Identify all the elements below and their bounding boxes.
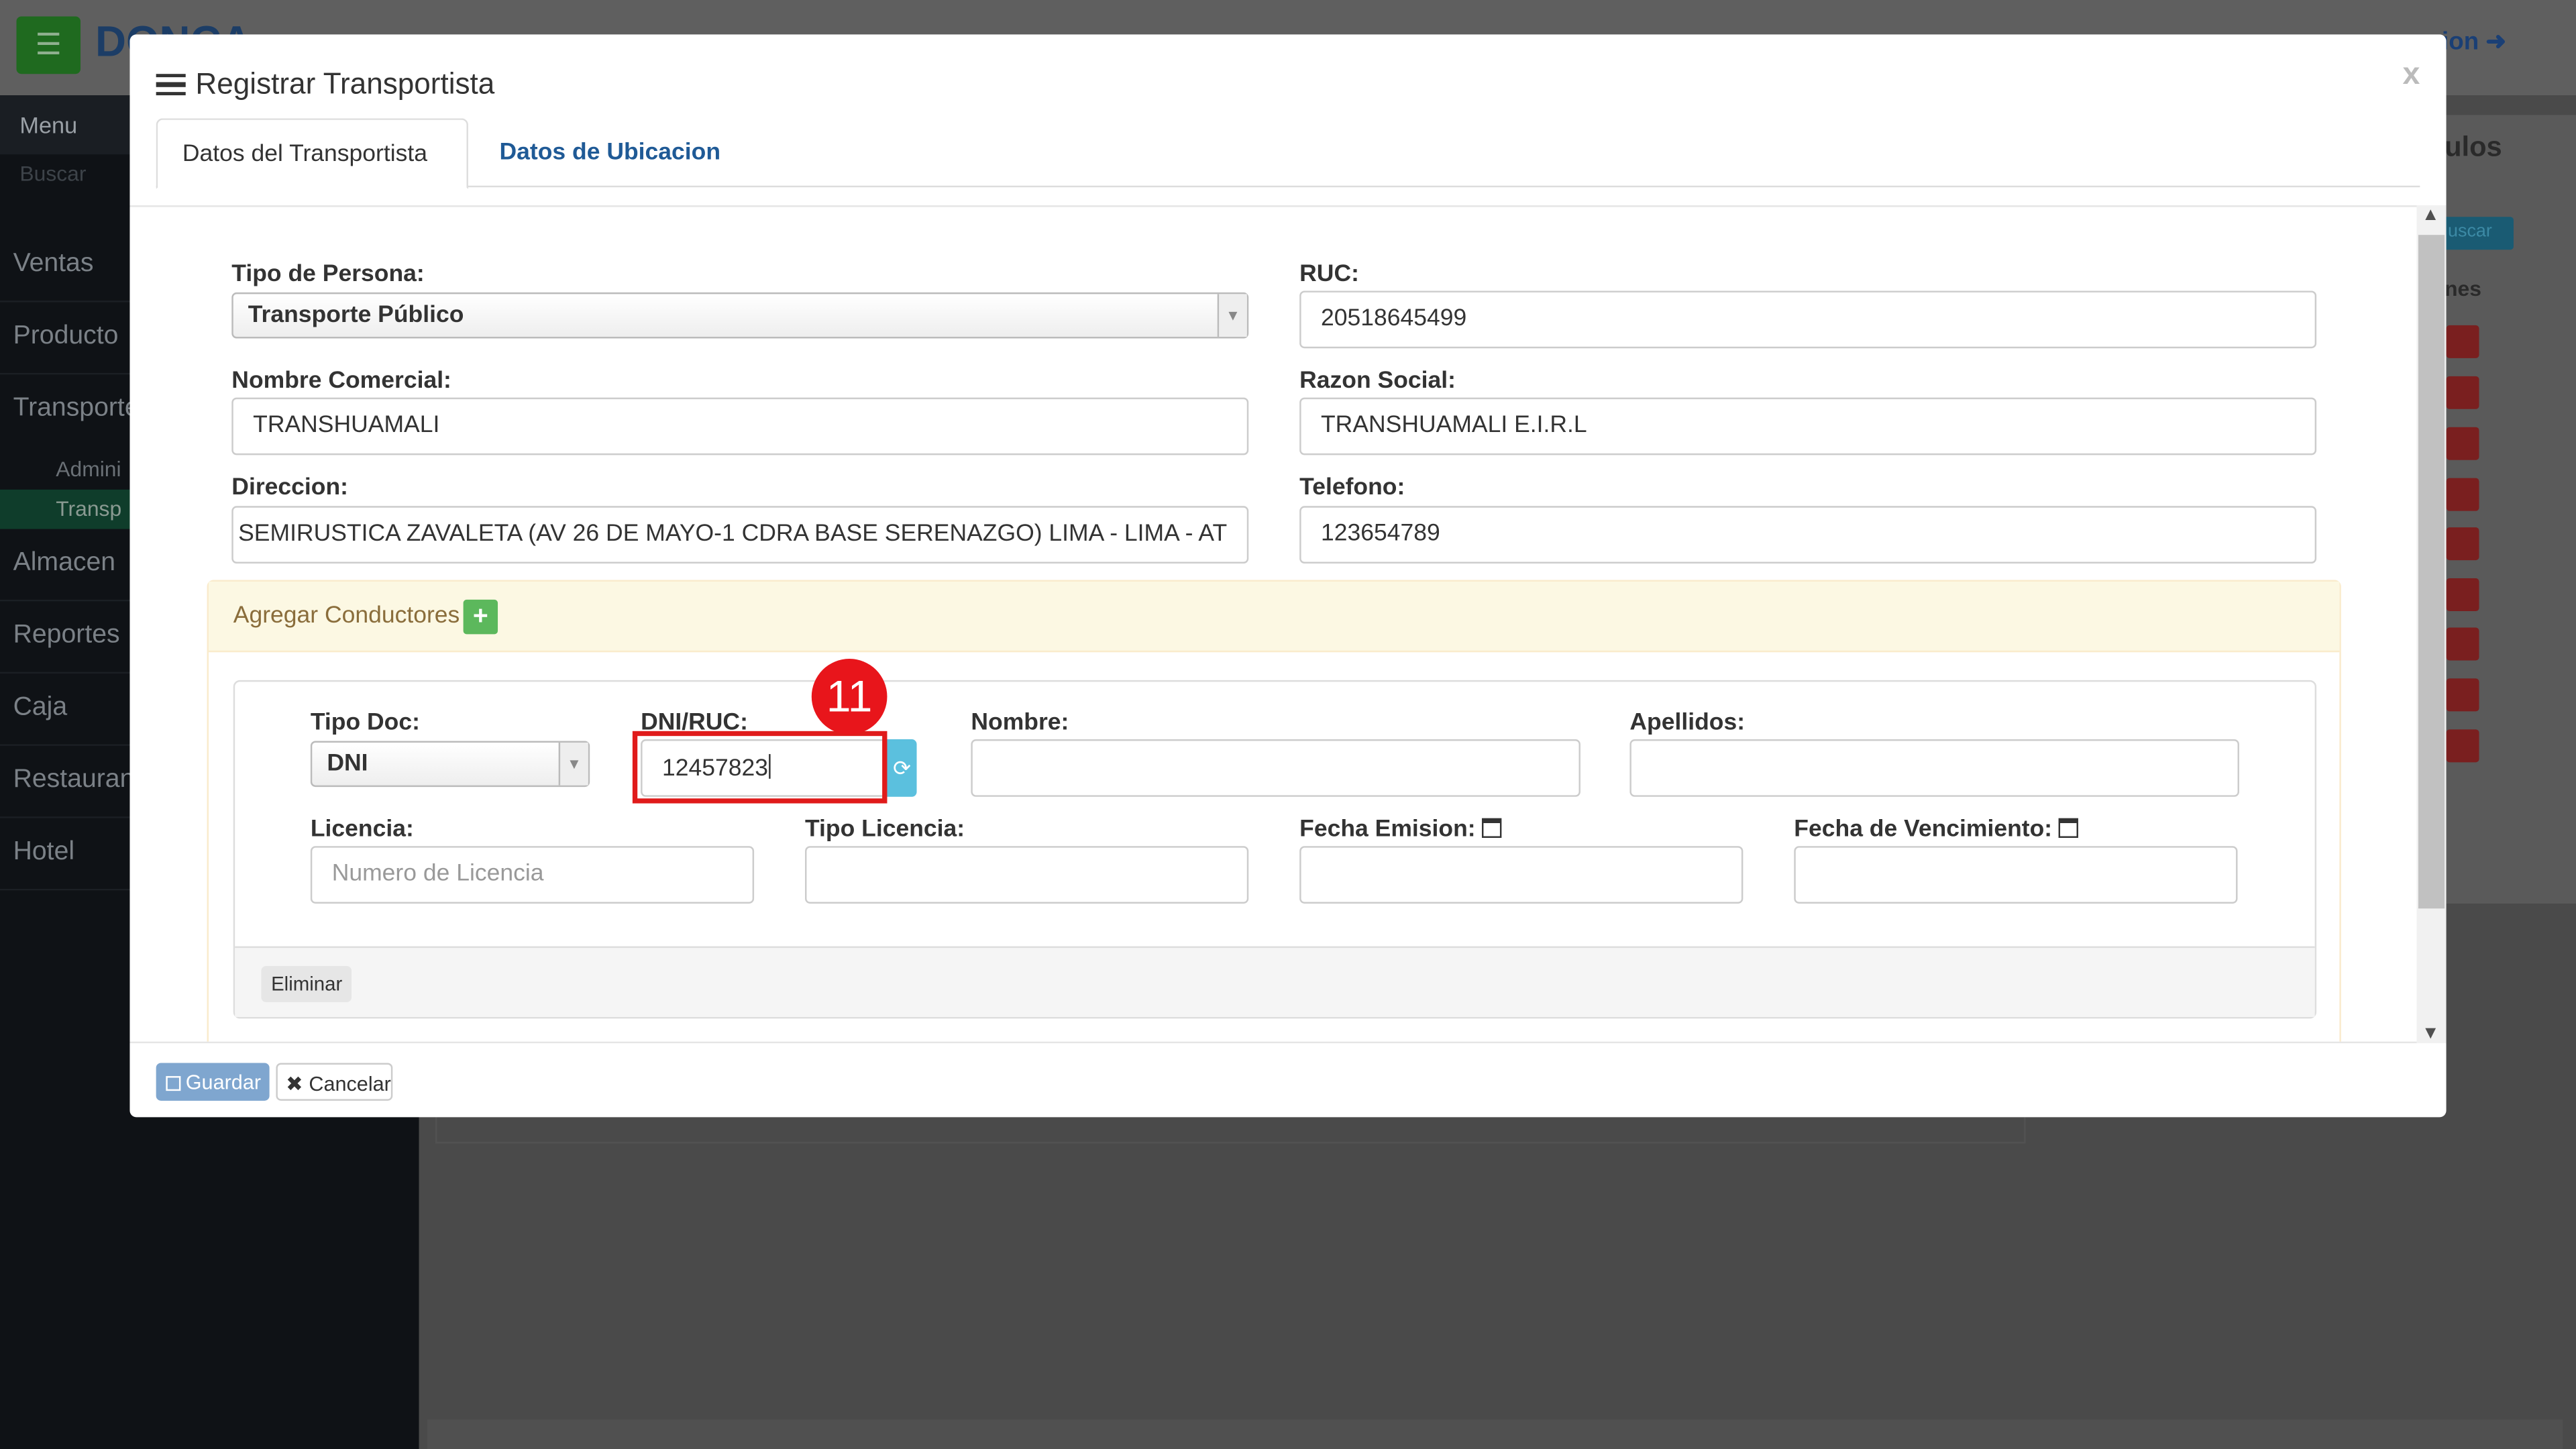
background-horizontal-scrollbar[interactable]: [427, 1419, 2563, 1449]
tipo-doc-label: Tipo Doc:: [310, 709, 420, 737]
step-highlight-box: [632, 731, 888, 804]
fecha-vencimiento-input[interactable]: [1794, 846, 2238, 904]
fecha-emision-label-text: Fecha Emision:: [1299, 816, 1476, 843]
close-icon: ✖: [286, 1073, 303, 1096]
trash-icon[interactable]: [2446, 729, 2479, 763]
driver-row: Tipo Doc: DNI ▼ DNI/RUC: 12457823 ⟳ Nomb…: [233, 680, 2317, 1019]
ruc-label: RUC:: [1299, 261, 1359, 288]
tipo-persona-label: Tipo de Persona:: [231, 261, 425, 288]
trash-icon[interactable]: [2446, 478, 2479, 511]
drivers-panel: Agregar Conductores + Tipo Doc: DNI ▼ DN…: [207, 580, 2341, 1042]
licencia-input[interactable]: Numero de Licencia: [310, 846, 755, 904]
chevron-down-icon[interactable]: ▼: [2422, 1024, 2440, 1043]
bars-icon: [156, 72, 186, 96]
scrollbar-thumb[interactable]: [2418, 235, 2445, 909]
modal-tabs: Datos del Transportista Datos de Ubicaci…: [156, 118, 2420, 189]
chevron-down-icon: ▼: [1217, 294, 1247, 337]
direccion-label: Direccion:: [231, 474, 348, 501]
tipo-doc-value: DNI: [327, 751, 368, 777]
razon-social-input[interactable]: TRANSHUAMALI E.I.R.L: [1299, 397, 2317, 455]
trash-icon[interactable]: [2446, 527, 2479, 561]
nombre-label: Nombre:: [971, 709, 1069, 737]
tab-datos-ubicacion[interactable]: Datos de Ubicacion: [499, 118, 745, 189]
nombre-input[interactable]: [971, 739, 1580, 797]
menu-toggle-button[interactable]: ☰: [16, 16, 81, 74]
tipo-persona-value: Transporte Público: [248, 302, 464, 329]
save-button-label: Guardar: [185, 1071, 262, 1095]
direccion-input[interactable]: SEMIRUSTICA ZAVALETA (AV 26 DE MAYO-1 CD…: [231, 506, 1249, 564]
tipo-licencia-label: Tipo Licencia:: [805, 816, 965, 843]
apellidos-input[interactable]: [1629, 739, 2239, 797]
close-icon[interactable]: x: [2402, 58, 2420, 94]
chevron-up-icon[interactable]: ▲: [2422, 205, 2440, 225]
modal-title-text: Registrar Transportista: [195, 67, 495, 101]
cancel-button-label: Cancelar: [309, 1073, 391, 1096]
background-column-header: nes: [2445, 276, 2481, 301]
apellidos-label: Apellidos:: [1629, 709, 1746, 737]
cancel-button[interactable]: ✖ Cancelar: [276, 1063, 393, 1101]
tipo-doc-select[interactable]: DNI ▼: [310, 741, 590, 788]
tipo-licencia-input[interactable]: [805, 846, 1249, 904]
nombre-comercial-input[interactable]: TRANSHUAMALI: [231, 397, 1249, 455]
calendar-icon: [1482, 818, 1502, 838]
trash-icon[interactable]: [2446, 678, 2479, 712]
sidebar-search[interactable]: Buscar: [19, 161, 86, 186]
save-icon: [166, 1076, 181, 1091]
nombre-comercial-label: Nombre Comercial:: [231, 368, 451, 394]
tipo-persona-select[interactable]: Transporte Público ▼: [231, 292, 1249, 339]
refresh-icon[interactable]: ⟳: [887, 739, 917, 797]
tab-datos-transportista[interactable]: Datos del Transportista: [156, 118, 468, 189]
chevron-down-icon: ▼: [558, 742, 588, 786]
logout-icon: ➜: [2485, 28, 2507, 56]
fecha-vencimiento-label: Fecha de Vencimiento:: [1794, 816, 2079, 843]
trash-icon[interactable]: [2446, 427, 2479, 460]
background-search-button[interactable]: uscar: [2438, 217, 2514, 250]
modal-vertical-scrollbar[interactable]: ▲ ▼: [2416, 205, 2447, 1044]
licencia-label: Licencia:: [310, 816, 414, 843]
telefono-label: Telefono:: [1299, 474, 1405, 501]
driver-row-footer: Eliminar: [235, 946, 2315, 1017]
fecha-vencimiento-label-text: Fecha de Vencimiento:: [1794, 816, 2053, 843]
modal-title: Registrar Transportista: [156, 67, 495, 101]
telefono-input[interactable]: 123654789: [1299, 506, 2317, 564]
delete-driver-button[interactable]: Eliminar: [261, 966, 352, 1002]
save-button[interactable]: Guardar: [156, 1063, 270, 1101]
drivers-panel-title: Agregar Conductores: [233, 602, 460, 629]
trash-icon[interactable]: [2446, 627, 2479, 661]
fecha-emision-input[interactable]: [1299, 846, 1743, 904]
background-panel-title: ulos: [2445, 131, 2502, 163]
modal-content: Tipo de Persona: Transporte Público ▼ RU…: [129, 205, 2417, 1044]
register-carrier-modal: Registrar Transportista x Datos del Tran…: [129, 34, 2447, 1118]
drivers-panel-header: Agregar Conductores +: [209, 581, 2340, 653]
calendar-icon: [2058, 818, 2079, 838]
ruc-input[interactable]: 20518645499: [1299, 290, 2317, 349]
step-badge: 11: [811, 659, 888, 735]
trash-icon[interactable]: [2446, 325, 2479, 358]
background-footer: [435, 1117, 2026, 1144]
trash-icon[interactable]: [2446, 376, 2479, 409]
add-driver-button[interactable]: +: [463, 599, 498, 635]
fecha-emision-label: Fecha Emision:: [1299, 816, 1502, 843]
trash-icon[interactable]: [2446, 578, 2479, 612]
razon-social-label: Razon Social:: [1299, 368, 1456, 394]
